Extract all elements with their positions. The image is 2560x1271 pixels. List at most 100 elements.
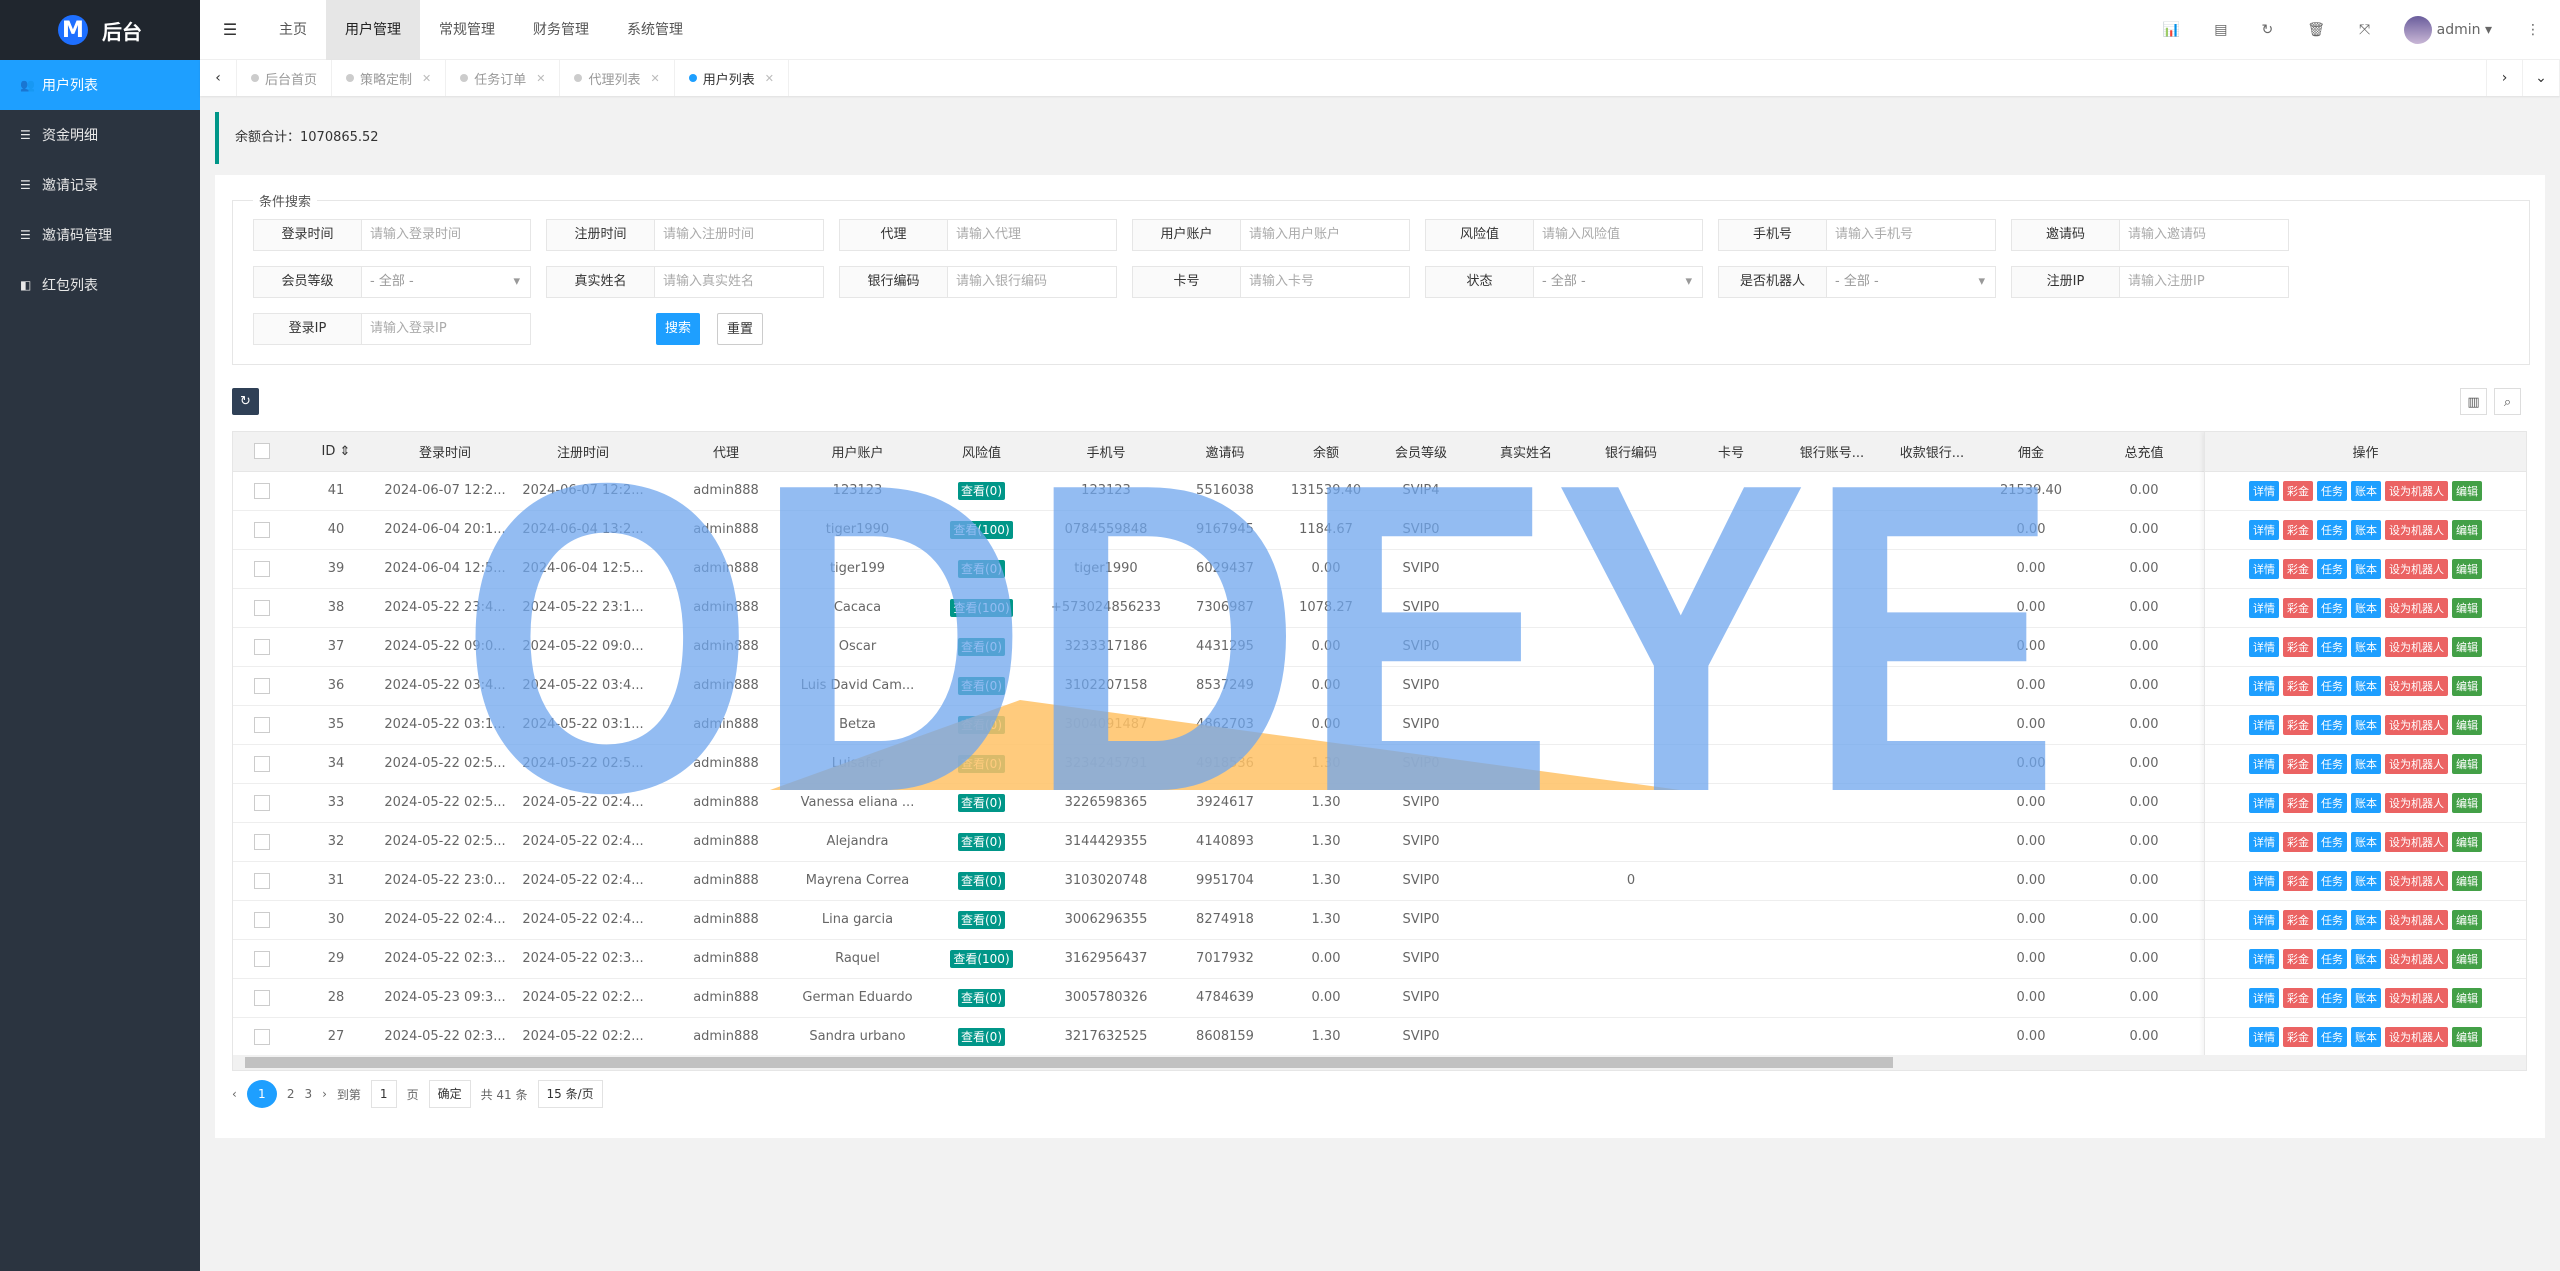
menu-toggle-icon[interactable]: ☰ <box>200 20 260 39</box>
search-input[interactable]: 请输入注册时间 <box>655 220 823 250</box>
card-icon[interactable]: ▤ <box>2214 22 2227 38</box>
action-button[interactable]: 详情 <box>2249 948 2279 969</box>
action-button[interactable]: 任务 <box>2317 597 2347 618</box>
search-input[interactable]: 请输入登录时间 <box>362 220 530 250</box>
row-checkbox[interactable] <box>254 950 270 967</box>
next-page-button[interactable]: › <box>322 1087 327 1101</box>
risk-view-button[interactable]: 查看(0) <box>958 794 1005 812</box>
action-button[interactable]: 设为机器人 <box>2385 636 2448 657</box>
row-checkbox[interactable] <box>254 638 270 655</box>
search-icon[interactable]: ⌕ <box>2494 388 2521 415</box>
search-input[interactable]: 请输入代理 <box>948 220 1116 250</box>
tab[interactable]: 策略定制 ✕ <box>332 60 447 96</box>
close-icon[interactable]: ✕ <box>651 72 660 85</box>
action-button[interactable]: 设为机器人 <box>2385 870 2448 891</box>
row-checkbox[interactable] <box>254 599 270 616</box>
action-button[interactable]: 任务 <box>2317 870 2347 891</box>
sort-icon[interactable]: ⇕ <box>335 444 351 459</box>
action-button[interactable]: 设为机器人 <box>2385 909 2448 930</box>
action-button[interactable]: 编辑 <box>2452 753 2482 774</box>
action-button[interactable]: 设为机器人 <box>2385 714 2448 735</box>
sidebar-item[interactable]: ☰ 资金明细 <box>0 110 200 160</box>
per-page-select[interactable]: 15 条/页 <box>537 1080 603 1108</box>
search-input[interactable]: 请输入银行编码 <box>948 267 1116 297</box>
sidebar-item[interactable]: 👥 用户列表 <box>0 60 200 110</box>
action-button[interactable]: 账本 <box>2351 480 2381 501</box>
search-input[interactable]: 请输入手机号 <box>1827 220 1995 250</box>
select-dropdown[interactable]: - 全部 - ▾ <box>362 267 530 297</box>
action-button[interactable]: 彩金 <box>2283 636 2313 657</box>
row-checkbox[interactable] <box>254 833 270 850</box>
chart-icon[interactable]: 📊 <box>2163 22 2180 38</box>
risk-view-button[interactable]: 查看(0) <box>958 833 1005 851</box>
top-nav-item[interactable]: 财务管理 <box>514 0 608 60</box>
action-button[interactable]: 彩金 <box>2283 987 2313 1008</box>
action-button[interactable]: 账本 <box>2351 987 2381 1008</box>
action-button[interactable]: 详情 <box>2249 597 2279 618</box>
tab[interactable]: 后台首页 <box>237 60 333 96</box>
action-button[interactable]: 任务 <box>2317 1026 2347 1047</box>
action-button[interactable]: 彩金 <box>2283 831 2313 852</box>
action-button[interactable]: 账本 <box>2351 1026 2381 1047</box>
action-button[interactable]: 详情 <box>2249 909 2279 930</box>
action-button[interactable]: 设为机器人 <box>2385 558 2448 579</box>
action-button[interactable]: 详情 <box>2249 831 2279 852</box>
action-button[interactable]: 编辑 <box>2452 480 2482 501</box>
action-button[interactable]: 详情 <box>2249 714 2279 735</box>
action-button[interactable]: 设为机器人 <box>2385 792 2448 813</box>
action-button[interactable]: 编辑 <box>2452 909 2482 930</box>
search-input[interactable]: 请输入用户账户 <box>1241 220 1409 250</box>
prev-page-button[interactable]: ‹ <box>232 1087 237 1101</box>
action-button[interactable]: 账本 <box>2351 792 2381 813</box>
action-button[interactable]: 彩金 <box>2283 558 2313 579</box>
select-all-checkbox[interactable] <box>254 443 270 460</box>
risk-view-button[interactable]: 查看(0) <box>958 560 1005 578</box>
sidebar-item[interactable]: ☰ 邀请码管理 <box>0 210 200 260</box>
tabs-left-button[interactable]: ‹ <box>200 60 237 96</box>
row-checkbox[interactable] <box>254 989 270 1006</box>
reset-button[interactable]: 重置 <box>717 313 764 345</box>
action-button[interactable]: 任务 <box>2317 636 2347 657</box>
column-header[interactable]: ID ⇕ <box>291 432 381 472</box>
goto-page-input[interactable]: 1 <box>370 1080 397 1108</box>
action-button[interactable]: 任务 <box>2317 753 2347 774</box>
action-button[interactable]: 账本 <box>2351 870 2381 891</box>
action-button[interactable]: 账本 <box>2351 831 2381 852</box>
confirm-button[interactable]: 确定 <box>428 1080 471 1108</box>
row-checkbox[interactable] <box>254 911 270 928</box>
refresh-icon[interactable]: ↻ <box>2261 22 2273 38</box>
action-button[interactable]: 详情 <box>2249 870 2279 891</box>
action-button[interactable]: 任务 <box>2317 675 2347 696</box>
risk-view-button[interactable]: 查看(0) <box>958 911 1005 929</box>
risk-view-button[interactable]: 查看(100) <box>950 950 1013 968</box>
action-button[interactable]: 任务 <box>2317 714 2347 735</box>
action-button[interactable]: 编辑 <box>2452 792 2482 813</box>
action-button[interactable]: 彩金 <box>2283 480 2313 501</box>
search-input[interactable]: 请输入注册IP <box>2120 267 2288 297</box>
refresh-table-button[interactable]: ↻ <box>232 388 259 415</box>
row-checkbox[interactable] <box>254 716 270 733</box>
close-icon[interactable]: ✕ <box>765 72 774 85</box>
action-button[interactable]: 任务 <box>2317 558 2347 579</box>
row-checkbox[interactable] <box>254 482 270 499</box>
action-button[interactable]: 详情 <box>2249 636 2279 657</box>
action-button[interactable]: 编辑 <box>2452 597 2482 618</box>
search-input[interactable]: 请输入登录IP <box>362 314 530 344</box>
action-button[interactable]: 彩金 <box>2283 675 2313 696</box>
sidebar-item[interactable]: ◧ 红包列表 <box>0 260 200 310</box>
action-button[interactable]: 详情 <box>2249 753 2279 774</box>
action-button[interactable]: 详情 <box>2249 1026 2279 1047</box>
action-button[interactable]: 设为机器人 <box>2385 987 2448 1008</box>
action-button[interactable]: 彩金 <box>2283 714 2313 735</box>
action-button[interactable]: 设为机器人 <box>2385 831 2448 852</box>
action-button[interactable]: 账本 <box>2351 558 2381 579</box>
action-button[interactable]: 任务 <box>2317 792 2347 813</box>
action-button[interactable]: 详情 <box>2249 480 2279 501</box>
search-button[interactable]: 搜索 <box>656 313 701 345</box>
columns-icon[interactable]: ▥ <box>2460 388 2487 415</box>
search-input[interactable]: 请输入卡号 <box>1241 267 1409 297</box>
action-button[interactable]: 设为机器人 <box>2385 480 2448 501</box>
row-checkbox[interactable] <box>254 560 270 577</box>
action-button[interactable]: 账本 <box>2351 714 2381 735</box>
action-button[interactable]: 任务 <box>2317 948 2347 969</box>
